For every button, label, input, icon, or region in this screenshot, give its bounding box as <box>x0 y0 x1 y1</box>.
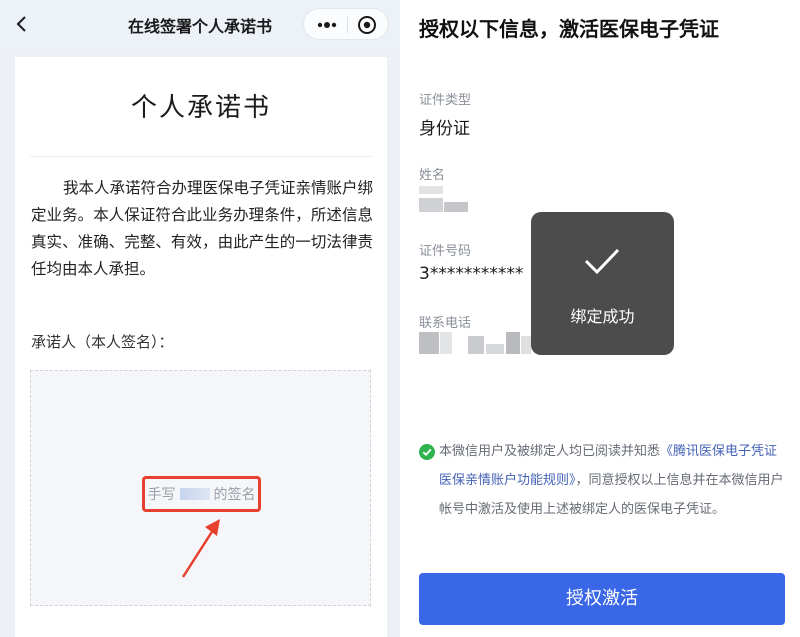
toast-message: 绑定成功 <box>570 307 635 326</box>
agreement-text: 本微信用户及被绑定人均已阅读并知悉《腾讯医保电子凭证医保亲情账户功能规则》，同意… <box>439 437 789 524</box>
id-number-value: 3*********** <box>419 264 524 284</box>
authorization-page: 授权以下信息，激活医保电子凭证 证件类型 身份证 姓名 证件号码 3******… <box>400 0 800 637</box>
check-icon <box>584 248 620 275</box>
id-type-label: 证件类型 <box>419 93 472 108</box>
id-number-label: 证件号码 <box>419 244 472 259</box>
authorize-activate-button[interactable]: 授权激活 <box>419 573 785 625</box>
commitment-page: 在线签署个人承诺书 个人承诺书 我本人承诺符合办理医保电子凭证亲情账户绑定业务。… <box>0 0 400 637</box>
id-type-value: 身份证 <box>419 119 470 139</box>
agreement-prefix: 本微信用户及被绑定人均已阅读并知悉 <box>439 444 661 459</box>
signature-hint: 手写 的签名 <box>142 476 261 512</box>
divider <box>30 156 372 157</box>
signature-hint-suffix: 的签名 <box>213 487 256 503</box>
phone-label: 联系电话 <box>419 316 472 331</box>
success-toast: 绑定成功 <box>531 212 674 355</box>
document-title: 个人承诺书 <box>130 93 271 123</box>
back-icon[interactable] <box>12 14 32 34</box>
capsule-divider <box>347 17 348 33</box>
capsule-menu <box>303 8 389 40</box>
check-circle-icon[interactable] <box>419 444 435 460</box>
nav-title: 在线签署个人承诺书 <box>127 17 272 36</box>
commitment-document: 个人承诺书 我本人承诺符合办理医保电子凭证亲情账户绑定业务。本人保证符合此业务办… <box>15 57 387 637</box>
redacted-name <box>179 488 210 500</box>
arrow-icon <box>181 519 220 578</box>
more-icon[interactable] <box>312 15 342 35</box>
commitment-text: 我本人承诺符合办理医保电子凭证亲情账户绑定业务。本人保证符合此业务办理条件，所述… <box>31 179 374 278</box>
page-title: 授权以下信息，激活医保电子凭证 <box>419 17 719 41</box>
name-label: 姓名 <box>419 168 446 183</box>
signature-hint-prefix: 手写 <box>147 487 176 503</box>
close-icon[interactable] <box>356 14 378 36</box>
signature-pad[interactable]: 手写 的签名 <box>30 370 371 606</box>
nav-bar: 在线签署个人承诺书 <box>0 0 400 48</box>
signer-label: 承诺人（本人签名）： <box>31 333 174 351</box>
